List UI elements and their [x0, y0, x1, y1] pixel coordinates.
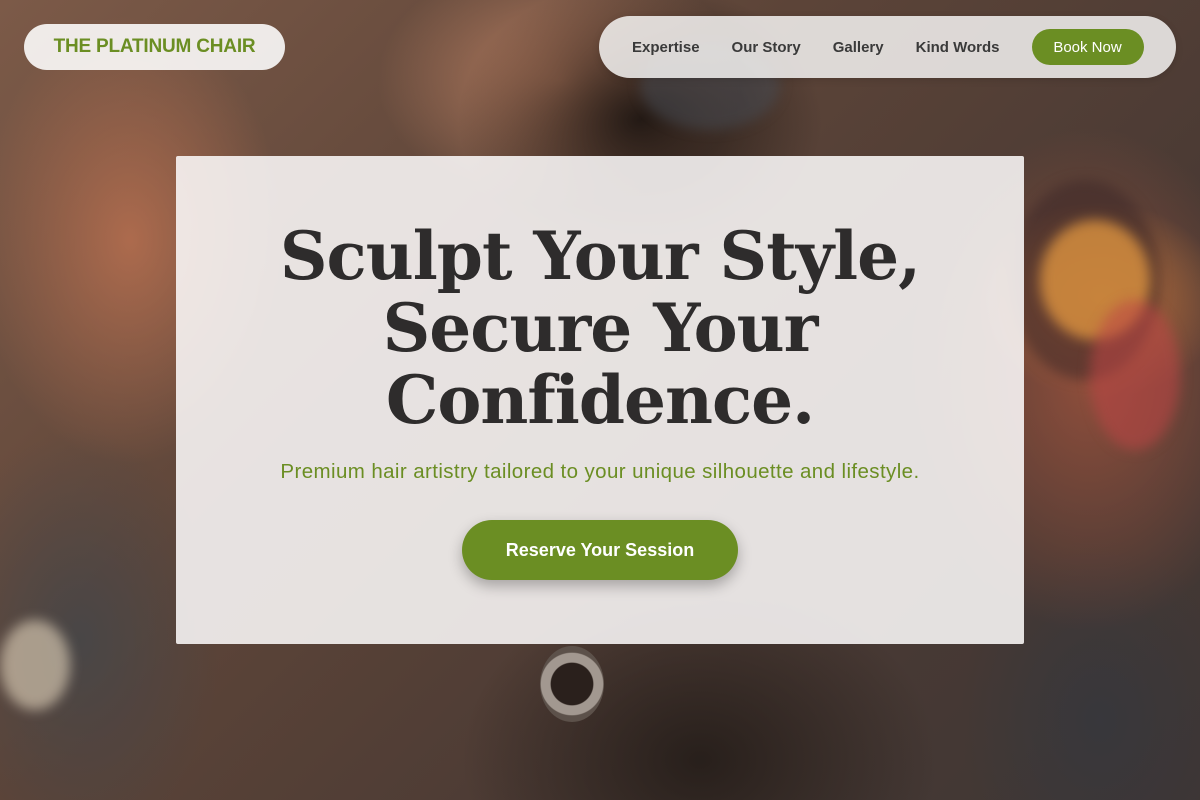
hero-subtitle: Premium hair artistry tailored to your u…: [280, 460, 920, 483]
nav-link-our-story[interactable]: Our Story: [732, 39, 801, 56]
bokeh-light: [0, 620, 70, 710]
logo[interactable]: THE PLATINUM CHAIR: [24, 24, 285, 70]
ear-gauge: [540, 646, 604, 722]
hero-title-line: Sculpt Your Style,: [279, 217, 921, 295]
reserve-session-button[interactable]: Reserve Your Session: [462, 520, 738, 580]
tattoo-detail: [1090, 300, 1180, 450]
nav-link-kind-words[interactable]: Kind Words: [916, 39, 1000, 56]
main-nav: Expertise Our Story Gallery Kind Words B…: [599, 16, 1176, 78]
nav-link-gallery[interactable]: Gallery: [833, 39, 884, 56]
hero-title-line: Confidence.: [385, 361, 815, 439]
hero-title-line: Secure Your: [382, 289, 819, 367]
logo-text: THE PLATINUM CHAIR: [53, 36, 256, 57]
hero-card: Sculpt Your Style, Secure Your Confidenc…: [176, 156, 1024, 644]
nav-link-expertise[interactable]: Expertise: [632, 39, 700, 56]
hero-title: Sculpt Your Style, Secure Your Confidenc…: [176, 220, 1024, 436]
book-now-button[interactable]: Book Now: [1031, 29, 1144, 65]
